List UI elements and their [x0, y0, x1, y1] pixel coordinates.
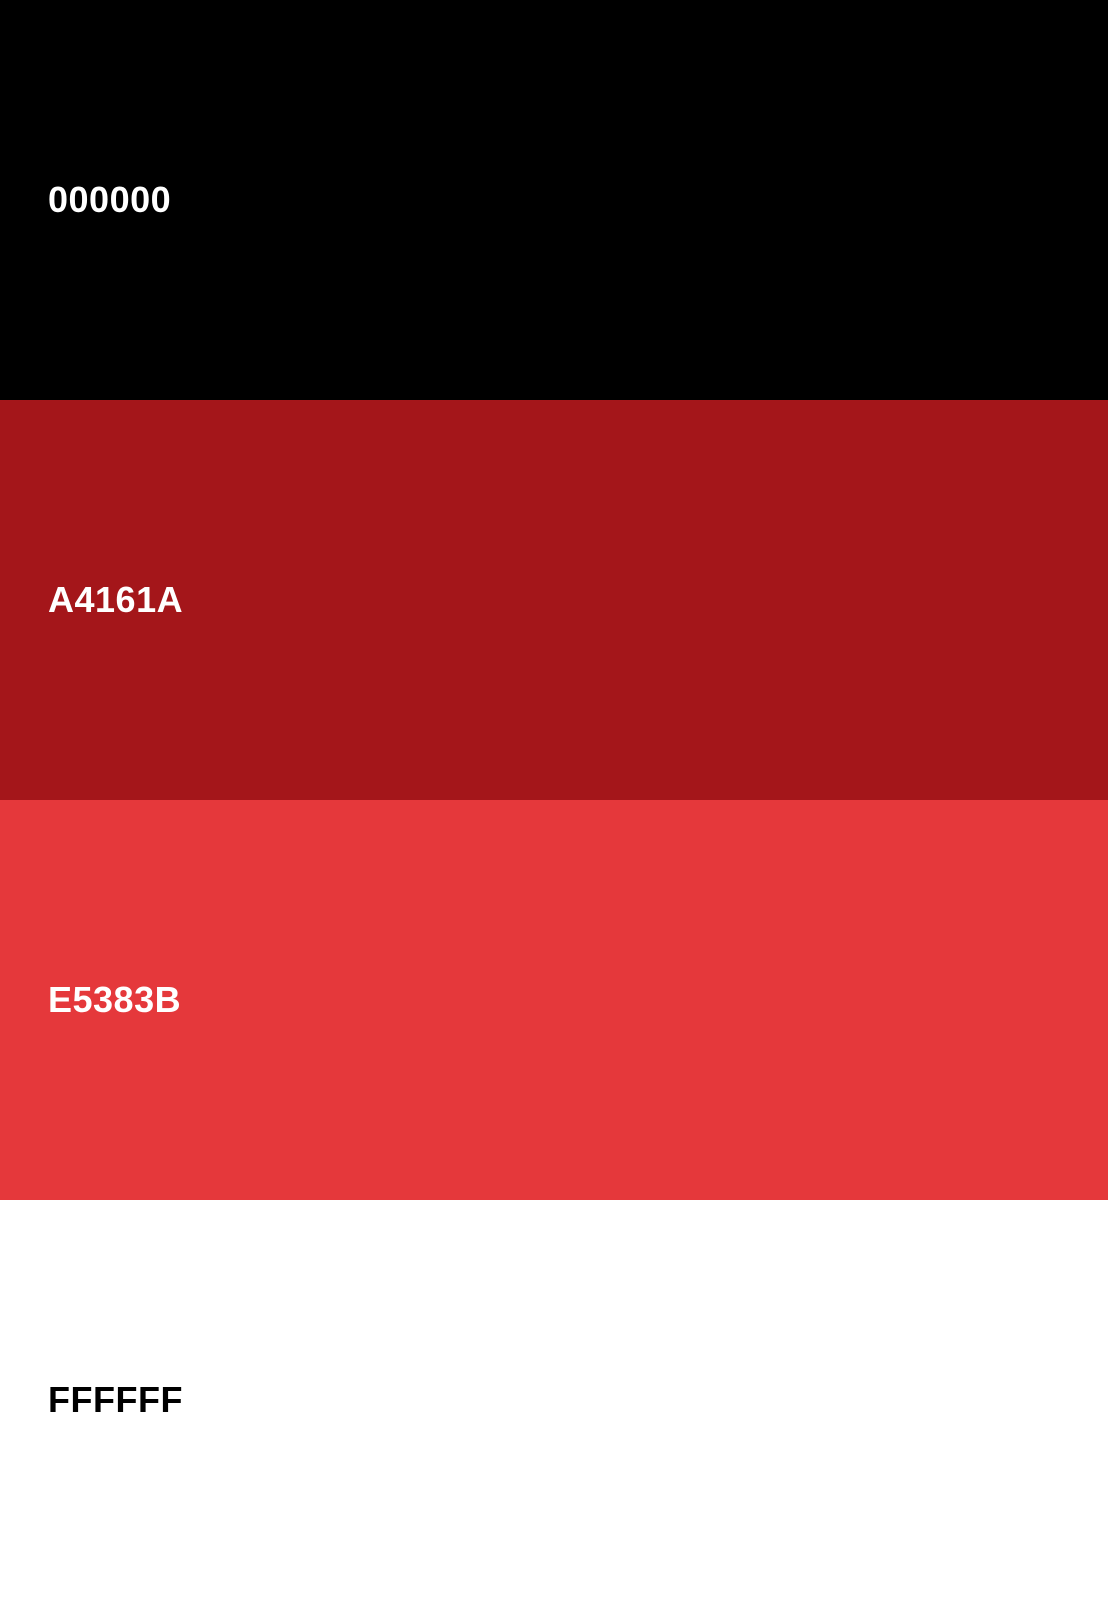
color-swatch-4: FFFFFF [0, 1200, 1108, 1600]
color-swatch-1: 000000 [0, 0, 1108, 400]
color-hex-label: E5383B [48, 979, 182, 1020]
color-hex-label: FFFFFF [48, 1379, 183, 1420]
color-swatch-2: A4161A [0, 400, 1108, 800]
color-swatch-3: E5383B [0, 800, 1108, 1200]
color-palette: 000000 A4161A E5383B FFFFFF [0, 0, 1108, 1600]
color-hex-label: A4161A [48, 579, 184, 620]
color-hex-label: 000000 [48, 179, 172, 220]
